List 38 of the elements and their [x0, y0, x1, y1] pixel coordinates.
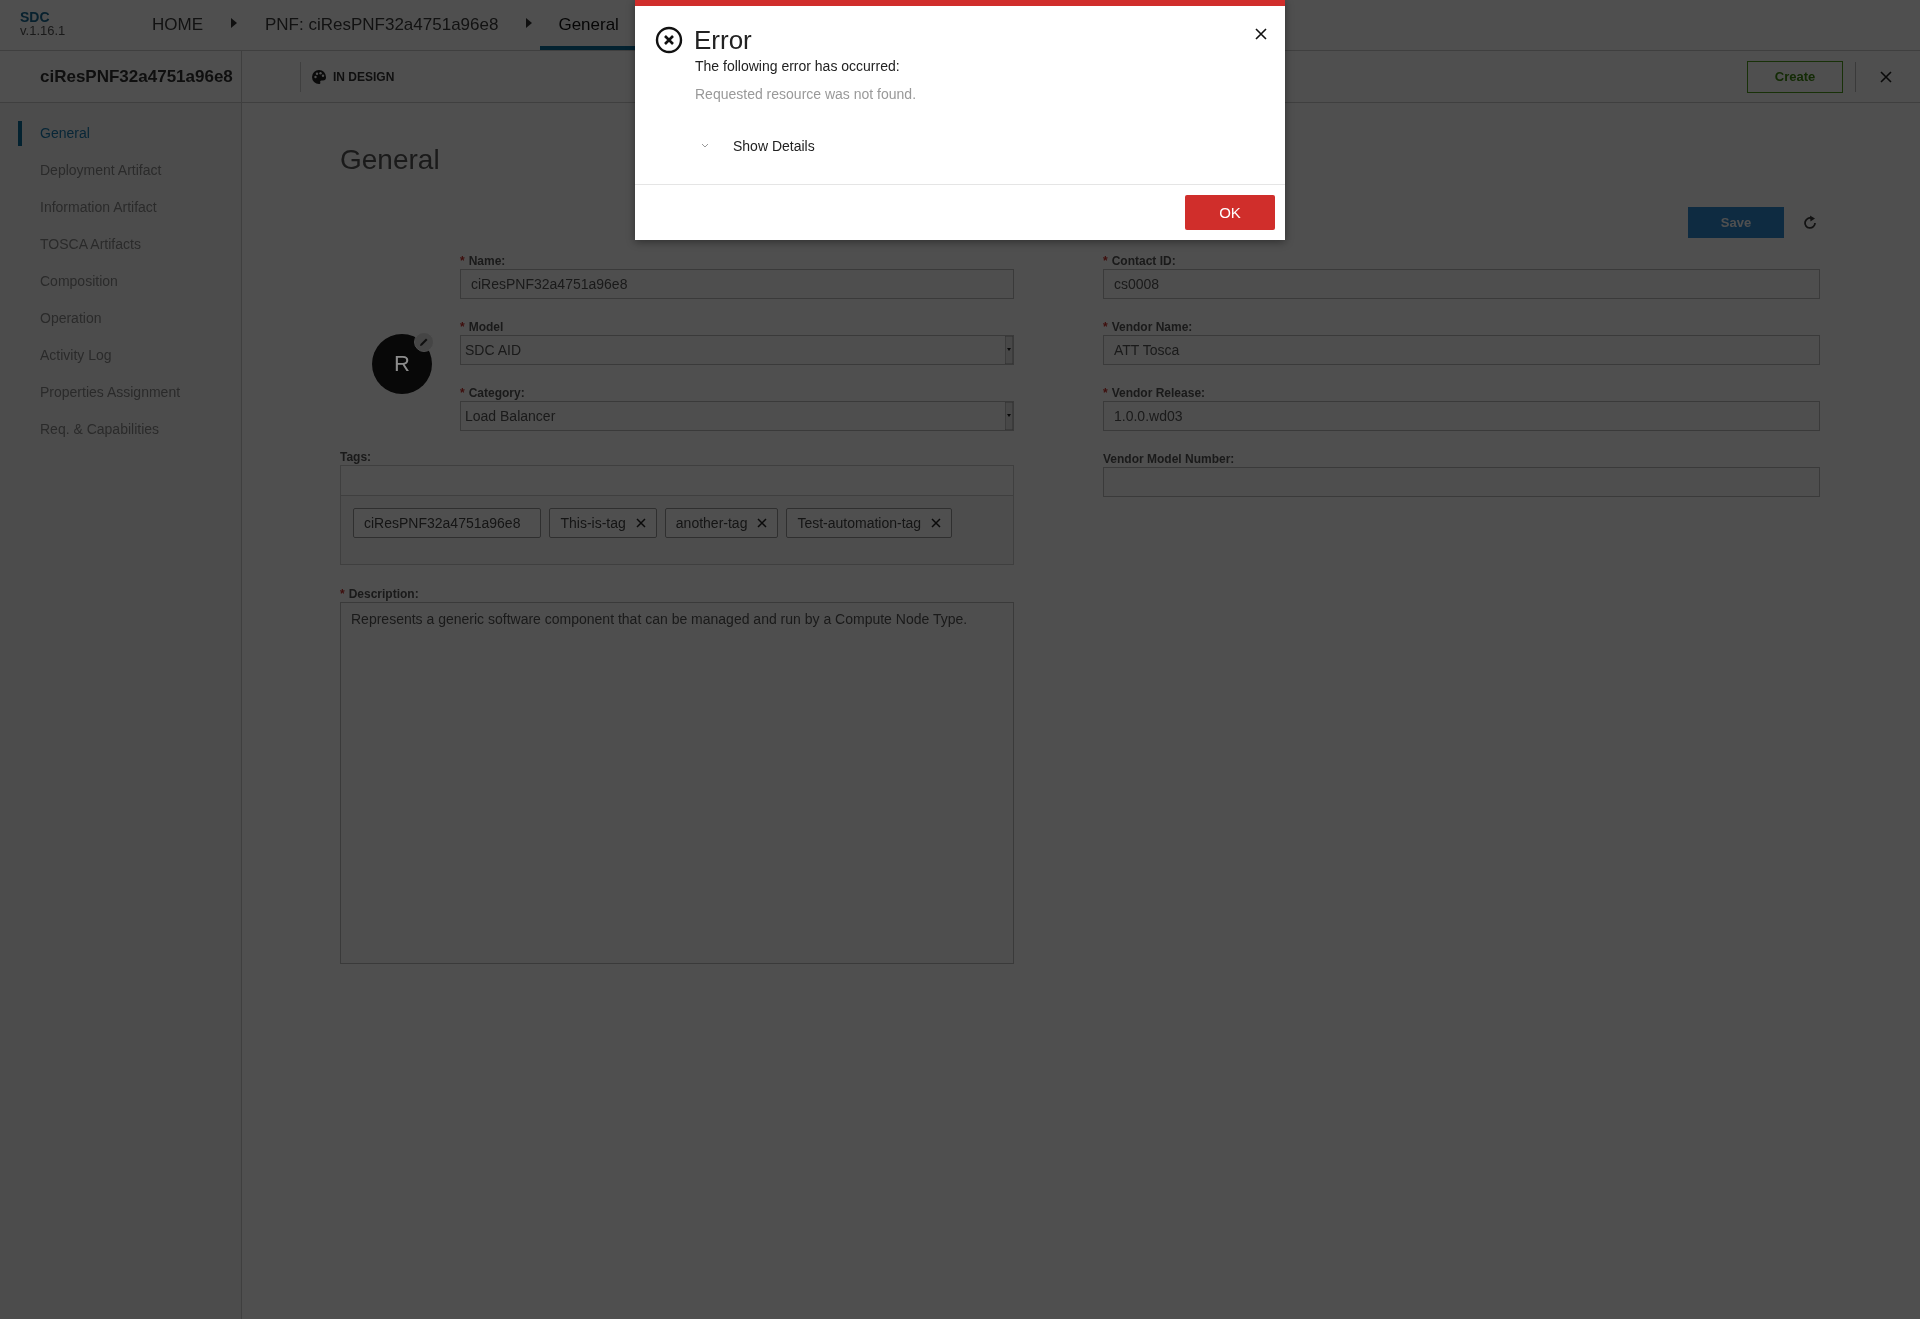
- required-asterisk: *: [1103, 320, 1108, 334]
- required-asterisk: *: [460, 320, 465, 334]
- refresh-icon[interactable]: [1802, 214, 1818, 231]
- caret-down-icon: [1005, 402, 1013, 430]
- pencil-icon[interactable]: [414, 332, 434, 352]
- remove-icon[interactable]: [635, 518, 646, 528]
- required-asterisk: *: [1103, 254, 1108, 268]
- tag-chip[interactable]: ciResPNF32a4751a96e8: [353, 508, 542, 538]
- required-asterisk: *: [1103, 386, 1108, 400]
- tag-chip[interactable]: This-is-tag: [549, 508, 657, 538]
- status-label: IN DESIGN: [333, 69, 395, 84]
- tags-field[interactable]: ciResPNF32a4751a96e8 This-is-tag another-tag Test-automation-tag: [340, 465, 1014, 565]
- show-details-link[interactable]: Show Details: [733, 138, 815, 154]
- tag-chip[interactable]: another-tag: [664, 508, 779, 538]
- breadcrumb-tab[interactable]: HOME: [132, 0, 223, 50]
- dialog-title: Error: [694, 26, 753, 54]
- save-button[interactable]: Save: [1688, 207, 1784, 238]
- tag-chip[interactable]: Test-automation-tag: [786, 508, 953, 538]
- error-circle-icon: [655, 26, 683, 54]
- ok-button[interactable]: OK: [1185, 195, 1275, 230]
- required-asterisk: *: [460, 254, 465, 268]
- error-detail: Requested resource was not found.: [695, 86, 918, 102]
- caret-right-icon: [231, 18, 237, 28]
- avatar-initial: R: [394, 351, 410, 377]
- palette-icon: [311, 68, 327, 85]
- resource-title: ciResPNF32a4751a96e8: [0, 51, 242, 102]
- breadcrumb-tab[interactable]: PNF: ciResPNF32a4751a96e8: [245, 0, 519, 50]
- create-button[interactable]: Create: [1747, 60, 1843, 93]
- logo-text: SDC: [20, 10, 51, 24]
- remove-icon[interactable]: [931, 518, 942, 528]
- caret-right-icon: [526, 18, 533, 28]
- remove-icon[interactable]: [757, 518, 768, 528]
- sidebar-item[interactable]: General: [18, 121, 241, 146]
- error-message: The following error has occurred:: [695, 58, 901, 74]
- caret-down-icon: [1005, 336, 1013, 364]
- required-asterisk: *: [460, 386, 465, 400]
- required-asterisk: *: [340, 587, 345, 601]
- close-icon[interactable]: [1255, 28, 1267, 40]
